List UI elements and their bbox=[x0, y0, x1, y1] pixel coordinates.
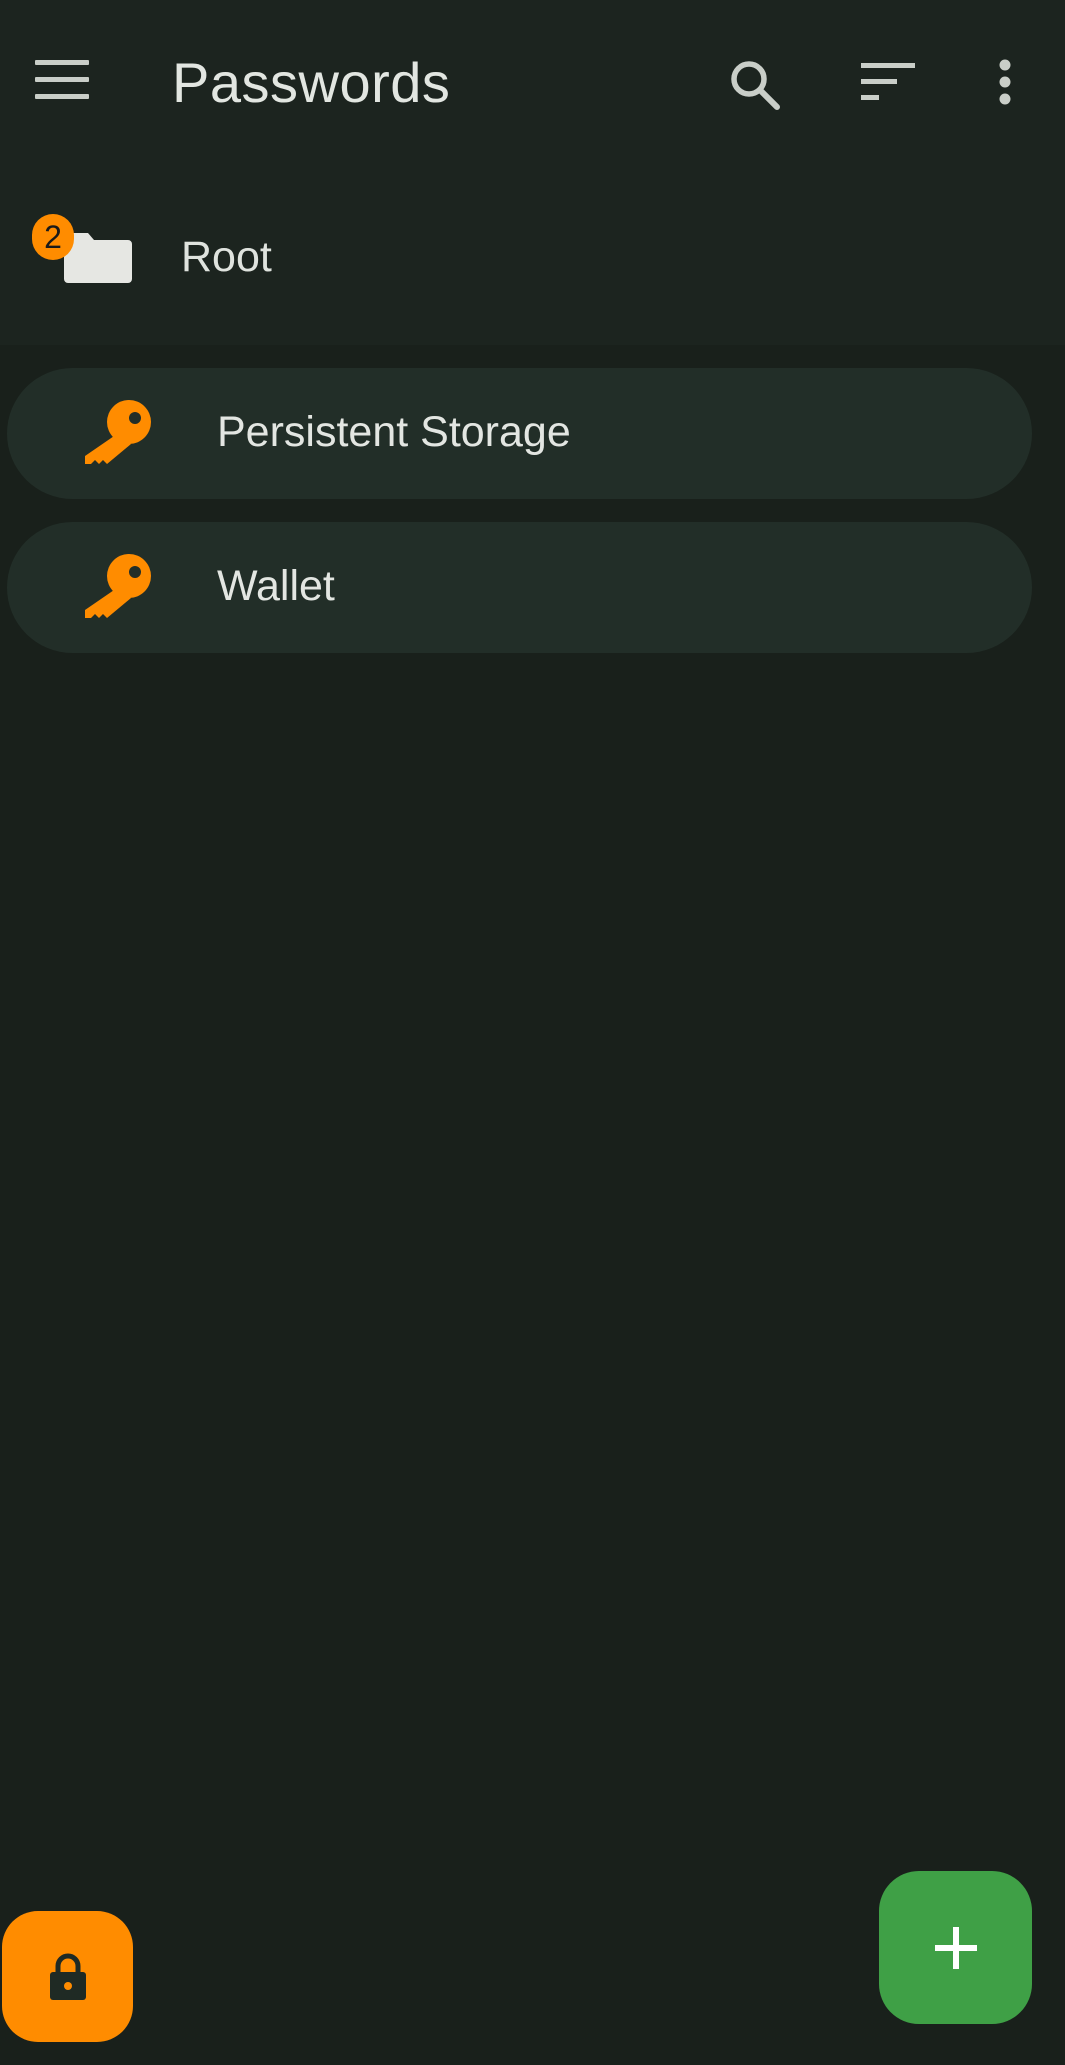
sort-icon bbox=[861, 63, 915, 100]
entry-label: Wallet bbox=[217, 562, 335, 610]
list-item-persistent-storage[interactable]: Persistent Storage bbox=[7, 368, 1032, 499]
lock-icon bbox=[49, 1953, 86, 2000]
plus-icon bbox=[934, 1926, 977, 1969]
list-item-wallet[interactable]: Wallet bbox=[7, 522, 1032, 653]
entry-label: Persistent Storage bbox=[217, 408, 571, 456]
folder-row-root[interactable] bbox=[0, 200, 1065, 320]
add-entry-button[interactable] bbox=[879, 1871, 1032, 2024]
search-button[interactable] bbox=[715, 45, 795, 125]
search-icon bbox=[731, 61, 780, 110]
page-title: Passwords bbox=[172, 51, 451, 114]
key-icon bbox=[85, 554, 151, 618]
lock-database-button[interactable] bbox=[2, 1911, 133, 2042]
sort-button[interactable] bbox=[848, 42, 928, 122]
key-icon bbox=[85, 400, 151, 464]
overflow-menu-button[interactable] bbox=[965, 42, 1045, 122]
folder-count-badge: 2 bbox=[32, 214, 74, 260]
folder-label: Root bbox=[181, 233, 272, 281]
more-vertical-icon bbox=[999, 59, 1011, 105]
hamburger-menu-icon bbox=[35, 60, 89, 99]
top-app-bar: Passwords 2 Root bbox=[0, 0, 1065, 345]
app-root: Passwords 2 Root Persistent Storage Wall… bbox=[0, 0, 1065, 2065]
menu-button[interactable] bbox=[22, 40, 102, 120]
folder-icon bbox=[64, 233, 132, 283]
